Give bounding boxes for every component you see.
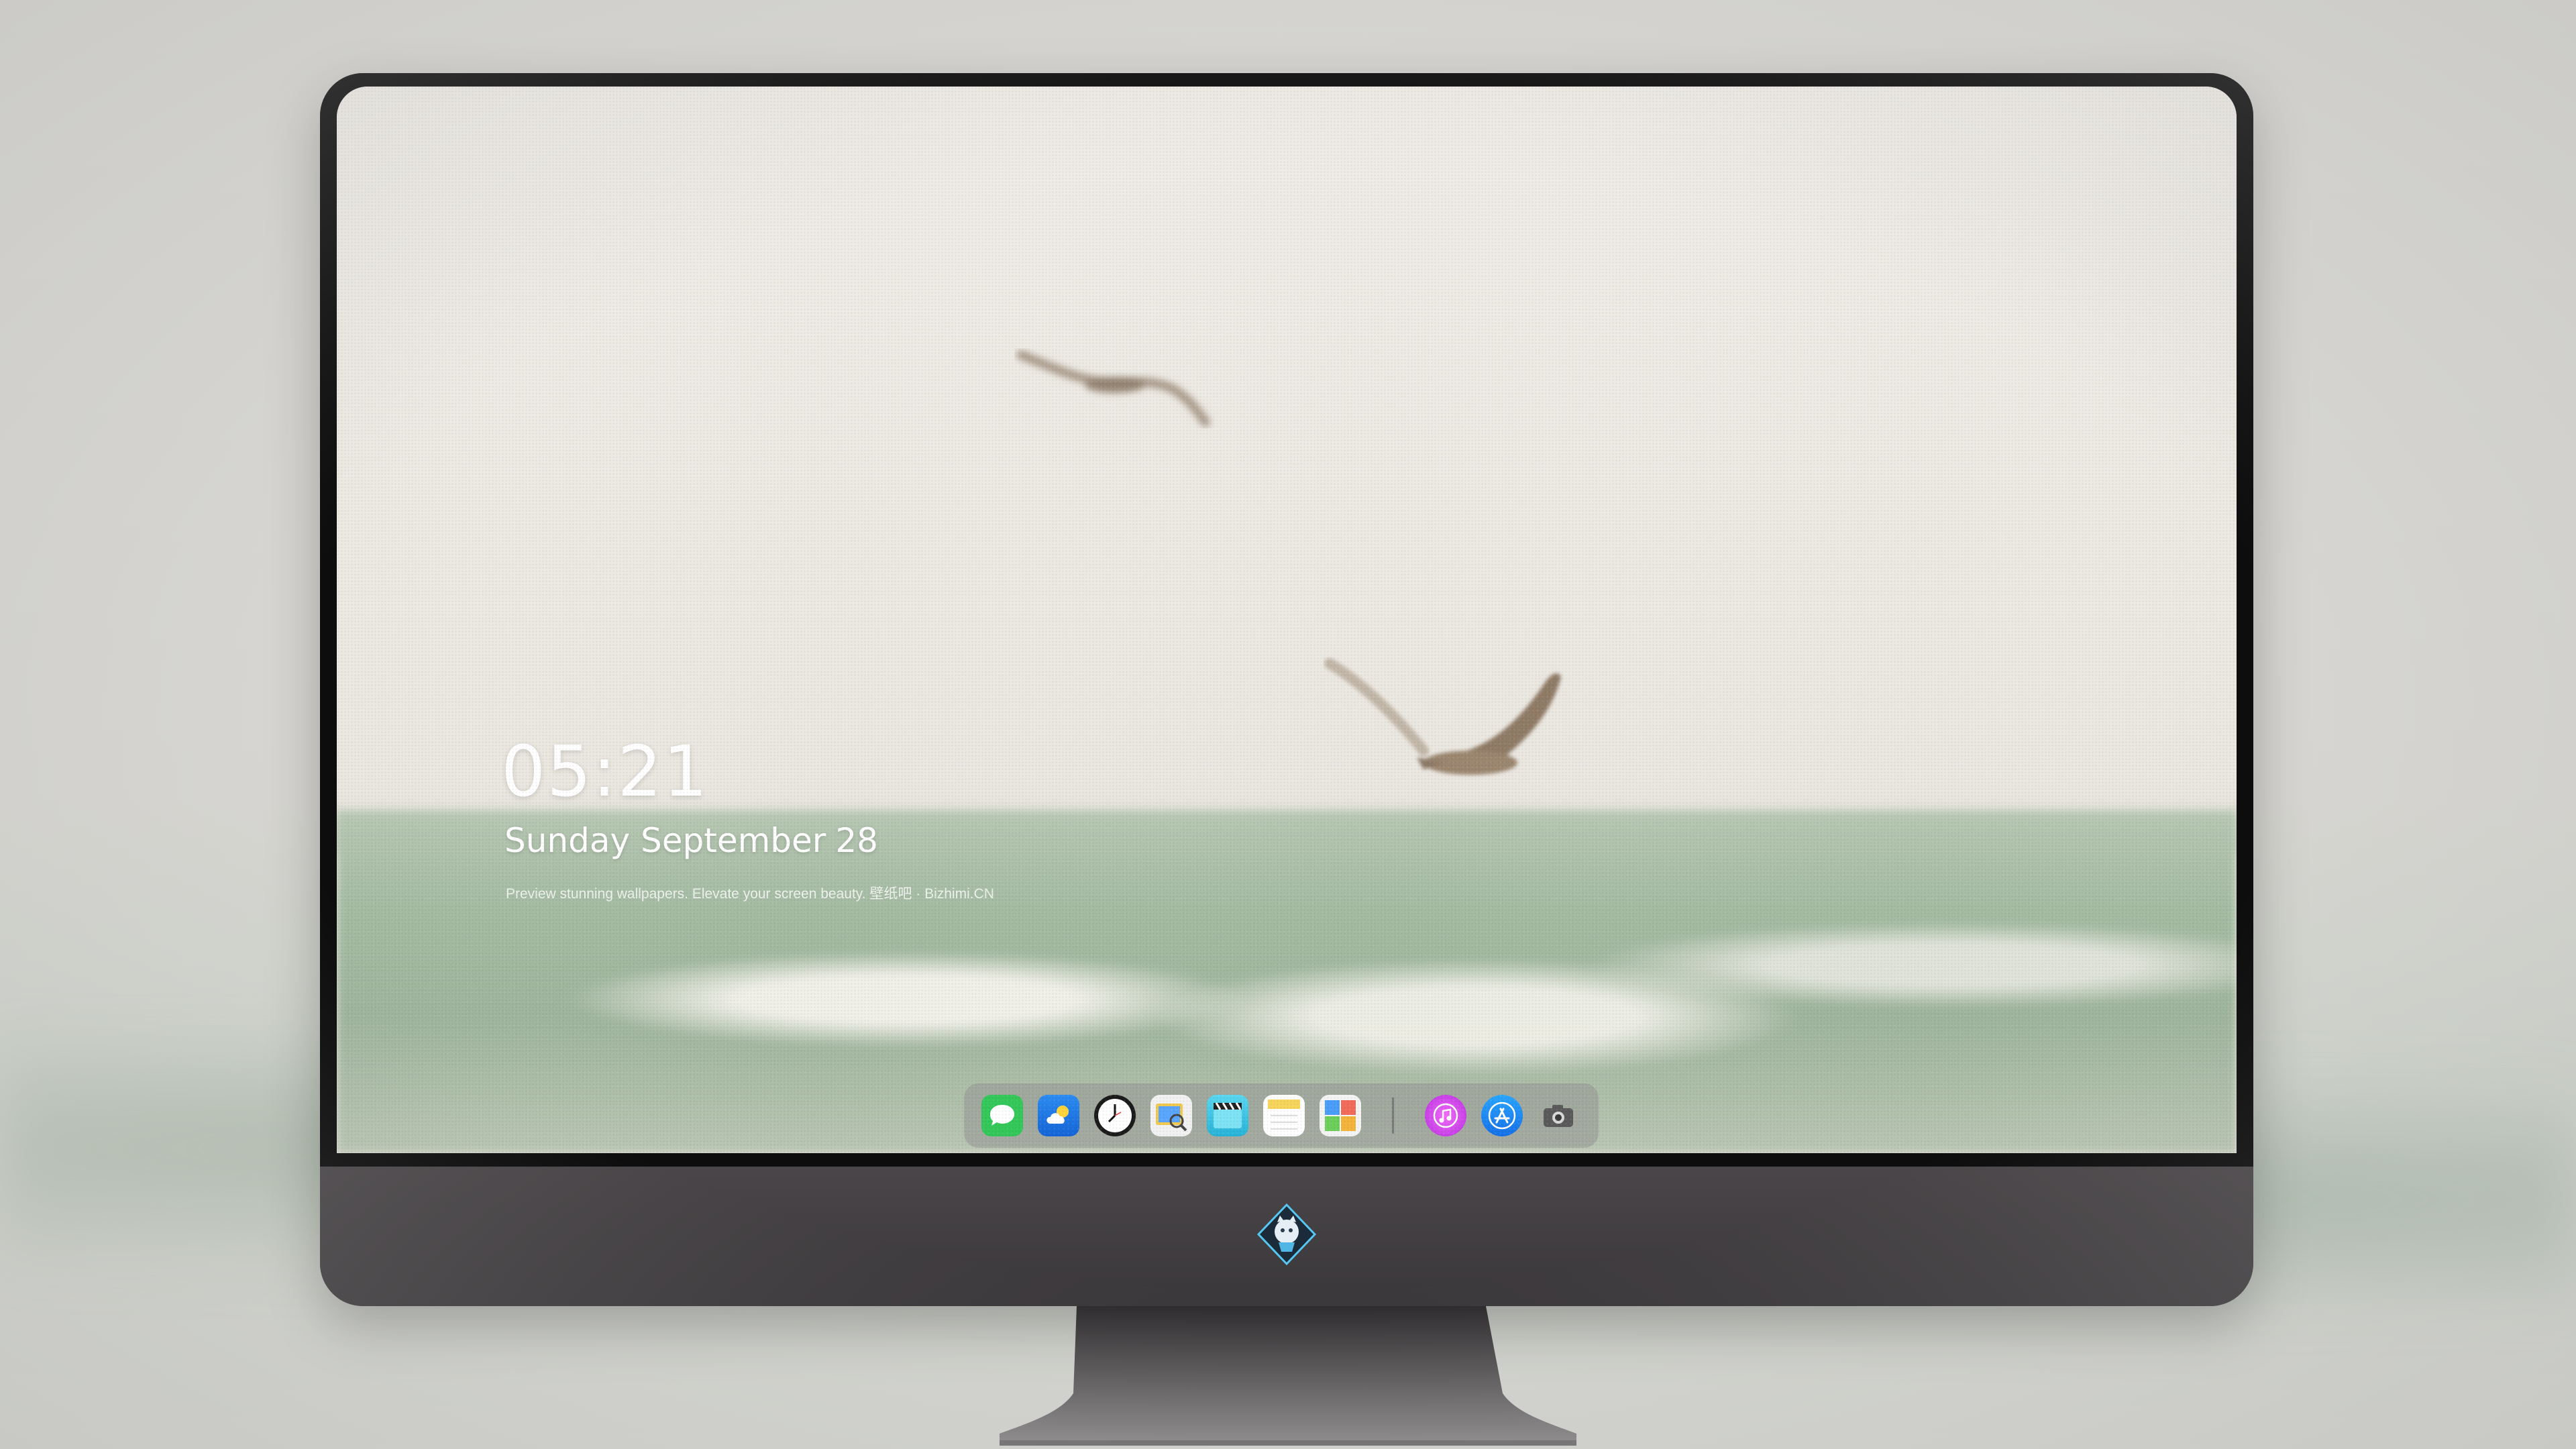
dock-app-clock[interactable] xyxy=(1094,1095,1136,1136)
notepad-icon xyxy=(1268,1099,1300,1130)
clock-icon xyxy=(1098,1099,1132,1132)
dock-app-clips[interactable] xyxy=(1207,1095,1248,1136)
cloud-sun-icon xyxy=(1046,1106,1069,1124)
photo-magnifier-icon xyxy=(1156,1104,1187,1132)
mascot-logo-icon xyxy=(1256,1203,1317,1265)
lock-clock: 05:21 xyxy=(501,731,709,812)
lock-date: Sunday September 28 xyxy=(504,821,878,860)
dock-app-weather[interactable] xyxy=(1038,1095,1079,1136)
chat-bubble-icon xyxy=(990,1105,1014,1126)
lock-date-day: 28 xyxy=(835,821,878,860)
dock-app-camera[interactable] xyxy=(1538,1095,1579,1136)
dock-app-app-store[interactable] xyxy=(1481,1095,1523,1136)
music-note-icon xyxy=(1433,1103,1458,1128)
photo-grid-icon xyxy=(1325,1100,1356,1131)
camera-icon xyxy=(1544,1105,1573,1127)
lock-date-weekday-month: Sunday September xyxy=(504,821,826,860)
desktop-screen: 05:21 Sunday September 28 Preview stunnin… xyxy=(337,87,2237,1153)
dock-app-photo-booth[interactable] xyxy=(1320,1095,1361,1136)
app-store-icon xyxy=(1488,1102,1516,1130)
imac-monitor: 05:21 Sunday September 28 Preview stunnin… xyxy=(320,73,2253,1306)
wallpaper-tagline: Preview stunning wallpapers. Elevate you… xyxy=(506,886,994,902)
dock-app-itunes[interactable] xyxy=(1425,1095,1466,1136)
dock-app-notes[interactable] xyxy=(1263,1095,1305,1136)
clapperboard-icon xyxy=(1214,1102,1242,1128)
scene: 05:21 Sunday September 28 Preview stunnin… xyxy=(0,0,2576,1449)
dock-app-messages[interactable] xyxy=(981,1095,1023,1136)
seagull-far xyxy=(1016,350,1210,427)
dock-app-preview[interactable] xyxy=(1150,1095,1192,1136)
dock xyxy=(964,1083,1599,1148)
seagull-near xyxy=(1324,658,1561,775)
monitor-stand xyxy=(1000,1306,1576,1446)
dock-separator xyxy=(1392,1097,1394,1134)
